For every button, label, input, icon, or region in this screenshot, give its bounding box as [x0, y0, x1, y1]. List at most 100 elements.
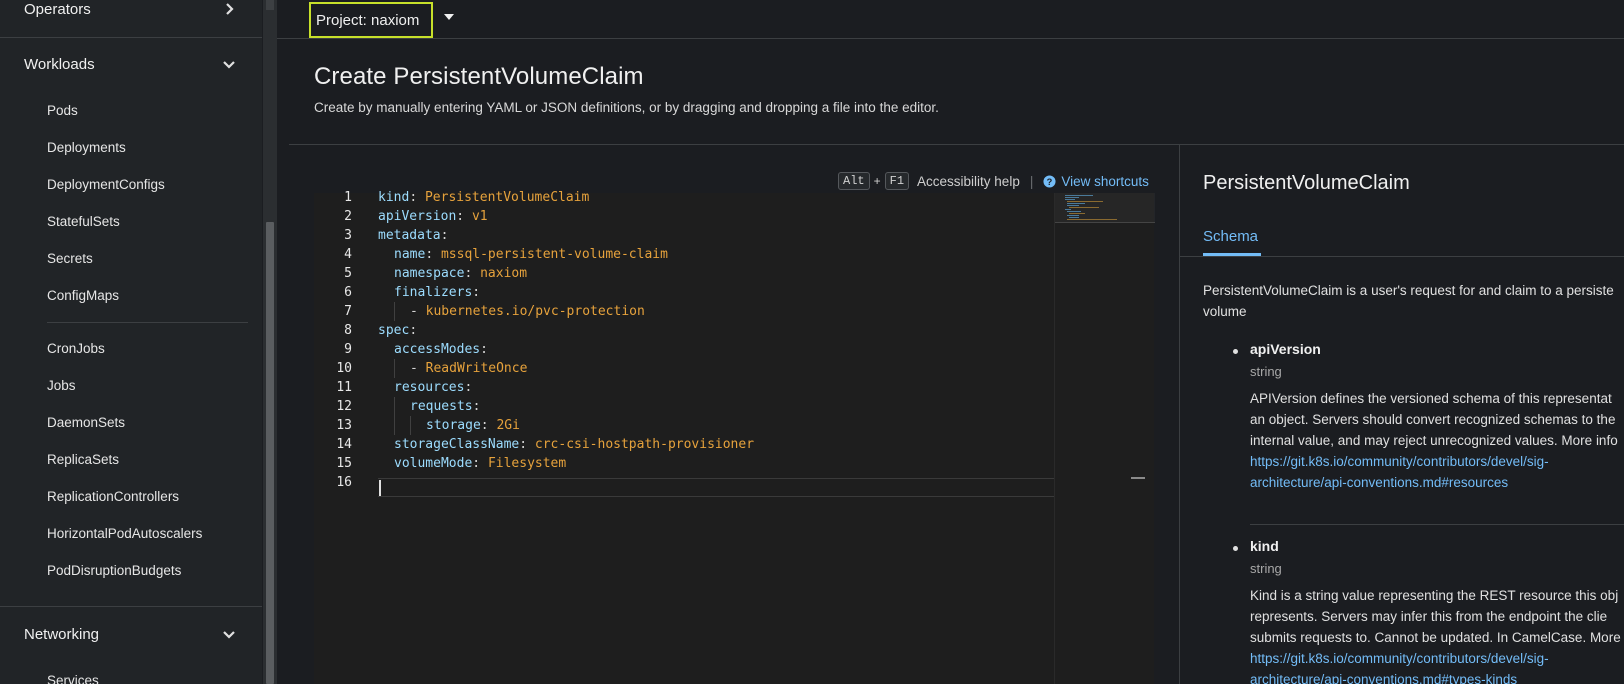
chevron-down-icon — [223, 631, 235, 639]
yaml-colon: : — [425, 247, 441, 262]
yaml-colon: : — [409, 190, 425, 205]
nav-section-workloads[interactable]: Workloads — [0, 44, 262, 84]
api-conventions-link[interactable]: https://git.k8s.io/community/contributor… — [1250, 452, 1549, 472]
yaml-key: volumeMode — [394, 456, 473, 471]
minimap-line — [1067, 211, 1081, 212]
sidebar-item-statefulsets[interactable]: StatefulSets — [47, 212, 120, 232]
schema-intro: volume — [1203, 304, 1247, 319]
yaml-value: naxiom — [480, 266, 528, 281]
nav-section-label: Networking — [24, 625, 100, 643]
editor-shortcut-bar: Alt + F1 Accessibility help | ? View sho… — [838, 171, 1149, 191]
sidebar-item-secrets[interactable]: Secrets — [47, 249, 93, 269]
panel-title: PersistentVolumeClaim — [1203, 172, 1410, 194]
minimap-line — [1067, 219, 1117, 220]
code-line-12: requests: — [410, 397, 480, 416]
minimap-line — [1069, 217, 1079, 218]
field-description: represents. Servers may infer this from … — [1250, 609, 1608, 624]
sidebar-item-jobs[interactable]: Jobs — [47, 376, 76, 396]
alt-key: Alt — [838, 172, 870, 190]
view-shortcuts-label: View shortcuts — [1061, 173, 1149, 189]
yaml-code-editor[interactable]: 1 2 3 4 5 6 7 8 9 10 11 12 13 14 15 16 k… — [314, 190, 1155, 684]
yaml-key: requests — [410, 399, 473, 414]
project-selector[interactable]: Project: naxiom — [309, 2, 433, 38]
minimap-line — [1065, 209, 1071, 210]
list-bullet — [1233, 349, 1238, 354]
field-description: APIVersion defines the versioned schema … — [1250, 391, 1612, 406]
code-line-2: apiVersion: v1 — [378, 207, 488, 226]
line-number: 2 — [344, 209, 352, 224]
code-line-8: spec: — [378, 321, 417, 340]
sidebar-item-deployments[interactable]: Deployments — [47, 138, 126, 158]
editor-minimap[interactable] — [1054, 193, 1155, 684]
yaml-colon: : — [472, 399, 481, 414]
yaml-value: v1 — [471, 209, 488, 224]
current-line-highlight — [378, 478, 1055, 497]
minimap-line — [1069, 213, 1085, 214]
separator: | — [1029, 173, 1034, 189]
yaml-key: spec — [378, 323, 410, 338]
code-line-10: - ReadWriteOnce — [410, 359, 527, 378]
page-title: Create PersistentVolumeClaim — [314, 63, 644, 90]
line-number: 6 — [344, 285, 352, 300]
yaml-key: namespace — [394, 266, 465, 281]
indent-guide — [410, 416, 411, 435]
code-line-7: - kubernetes.io/pvc-protection — [410, 302, 645, 321]
field-description: submits requests to. Cannot be updated. … — [1250, 630, 1621, 645]
yaml-dash: - — [410, 361, 426, 376]
field-description: an object. Servers should convert recogn… — [1250, 412, 1616, 427]
cursor-overview-marker — [1131, 477, 1145, 479]
line-number: 15 — [336, 456, 352, 471]
yaml-key: kind — [378, 190, 410, 205]
yaml-colon: : — [480, 418, 497, 433]
minimap-line — [1065, 195, 1093, 196]
sidebar-item-cronjobs[interactable]: CronJobs — [47, 339, 105, 359]
line-number: 16 — [336, 475, 352, 490]
nav-section-networking[interactable]: Networking — [0, 614, 262, 654]
yaml-colon: : — [464, 266, 481, 281]
yaml-colon: : — [440, 228, 449, 243]
sidebar-item-replicationcontrollers[interactable]: ReplicationControllers — [47, 487, 179, 507]
page-description: Create by manually entering YAML or JSON… — [314, 100, 939, 115]
line-number: 3 — [344, 228, 352, 243]
api-conventions-link[interactable]: https://git.k8s.io/community/contributor… — [1250, 649, 1549, 669]
sidebar-item-pods[interactable]: Pods — [47, 101, 78, 121]
yaml-key: storageClassName — [394, 437, 520, 452]
yaml-colon: : — [472, 285, 481, 300]
caret-down-icon[interactable] — [442, 11, 456, 23]
nav-divider — [0, 606, 262, 607]
yaml-value: PersistentVolumeClaim — [424, 190, 590, 205]
view-shortcuts-link[interactable]: ? View shortcuts — [1043, 174, 1149, 189]
minimap-line — [1065, 199, 1075, 200]
yaml-colon: : — [409, 323, 418, 338]
minimap-line — [1067, 215, 1079, 216]
yaml-key: name — [394, 247, 426, 262]
api-conventions-link[interactable]: architecture/api-conventions.md#types-ki… — [1250, 670, 1517, 684]
field-type: string — [1250, 364, 1282, 379]
sidebar-item-replicasets[interactable]: ReplicaSets — [47, 450, 119, 470]
nav-section-operators[interactable]: Operators — [0, 0, 262, 29]
yaml-key: resources — [394, 380, 465, 395]
api-conventions-link[interactable]: architecture/api-conventions.md#resource… — [1250, 473, 1508, 493]
sidebar-item-configmaps[interactable]: ConfigMaps — [47, 286, 119, 306]
text-cursor — [379, 480, 381, 496]
tab-schema[interactable]: Schema — [1203, 228, 1258, 245]
line-number: 10 — [336, 361, 352, 376]
list-bullet — [1233, 546, 1238, 551]
sidebar-item-daemonsets[interactable]: DaemonSets — [47, 413, 125, 433]
yaml-key: apiVersion — [378, 209, 457, 224]
yaml-colon: : — [456, 209, 472, 224]
sidebar-item-deploymentconfigs[interactable]: DeploymentConfigs — [47, 175, 165, 195]
sidebar-item-poddisruptionbudgets[interactable]: PodDisruptionBudgets — [47, 561, 181, 581]
line-number: 1 — [344, 190, 352, 205]
yaml-value: ReadWriteOnce — [425, 361, 528, 376]
chevron-down-icon — [223, 61, 235, 69]
chevron-right-icon — [226, 3, 234, 15]
field-divider — [1250, 524, 1624, 525]
sidebar-item-services[interactable]: Services — [47, 671, 99, 684]
sidebar-item-horizontalpodautoscalers[interactable]: HorizontalPodAutoscalers — [47, 524, 202, 544]
code-line-1: kind: PersistentVolumeClaim — [378, 188, 589, 207]
minimap-line — [1069, 207, 1099, 208]
code-line-6: finalizers: — [394, 283, 480, 302]
field-name: kind — [1250, 538, 1279, 554]
sidebar-scrollbar-thumb[interactable] — [266, 222, 274, 684]
